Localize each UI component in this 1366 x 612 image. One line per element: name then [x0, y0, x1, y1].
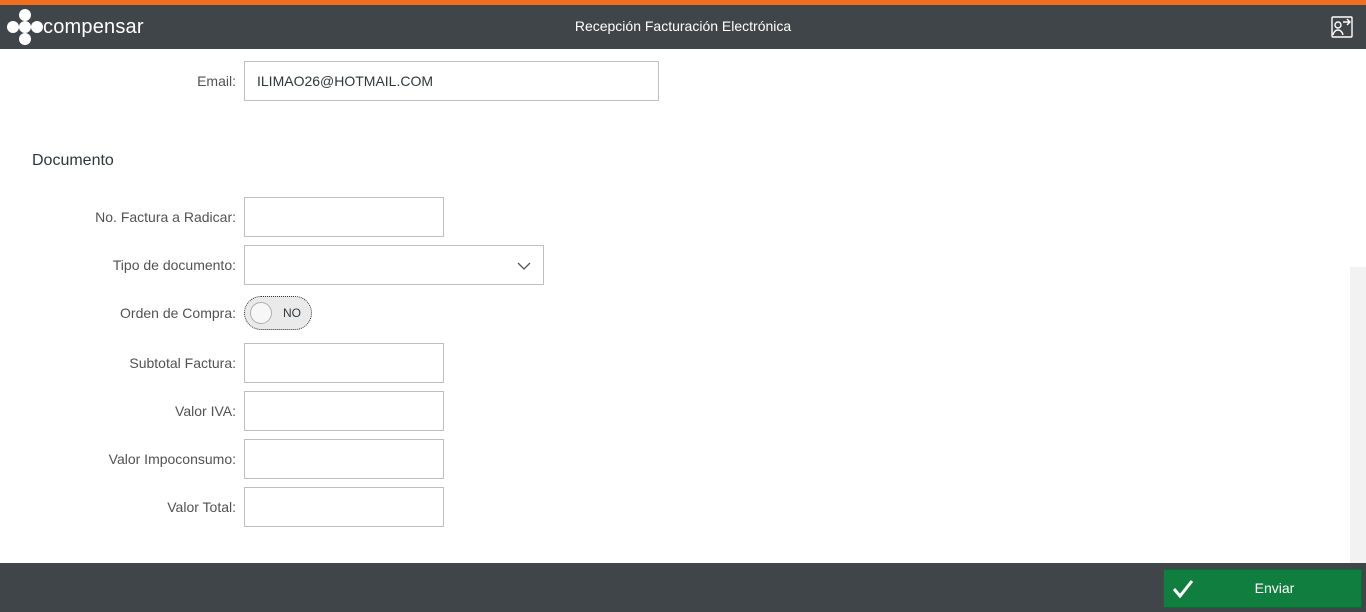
factura-input[interactable] — [244, 197, 444, 237]
email-label: Email: — [197, 73, 236, 89]
impoconsumo-row: Valor Impoconsumo: — [0, 439, 700, 479]
total-input[interactable] — [244, 487, 444, 527]
iva-input[interactable] — [244, 391, 444, 431]
app-header: compensar Recepción Facturación Electrón… — [0, 0, 1366, 49]
tipo-documento-label: Tipo de documento: — [112, 257, 236, 273]
iva-row: Valor IVA: — [0, 391, 700, 431]
toggle-state-text: NO — [283, 306, 301, 320]
iva-label: Valor IVA: — [175, 403, 236, 419]
chevron-down-icon — [517, 262, 531, 270]
impoconsumo-label: Valor Impoconsumo: — [108, 451, 236, 467]
tipo-documento-row: Tipo de documento: — [0, 245, 700, 285]
page-title: Recepción Facturación Electrónica — [574, 18, 792, 34]
subtotal-input[interactable] — [244, 343, 444, 383]
subtotal-label: Subtotal Factura: — [129, 355, 236, 371]
logout-icon[interactable] — [1330, 15, 1354, 39]
email-row: Email: ILIMAO26@HOTMAIL.COM — [0, 61, 700, 101]
total-label: Valor Total: — [167, 499, 236, 515]
toggle-knob — [250, 302, 272, 324]
scrollbar-thumb[interactable] — [1350, 267, 1366, 563]
tipo-documento-select[interactable] — [244, 245, 544, 285]
section-title-documento: Documento — [32, 152, 114, 169]
vertical-scrollbar[interactable] — [1350, 49, 1366, 563]
subtotal-row: Subtotal Factura: — [0, 343, 700, 383]
factura-label: No. Factura a Radicar: — [95, 209, 236, 225]
email-field[interactable]: ILIMAO26@HOTMAIL.COM — [244, 61, 659, 101]
orden-compra-label: Orden de Compra: — [120, 305, 236, 321]
footer-bar: Enviar — [0, 563, 1366, 612]
orden-compra-row: Orden de Compra: — [0, 293, 700, 333]
factura-row: No. Factura a Radicar: — [0, 197, 700, 237]
send-button[interactable]: Enviar — [1163, 569, 1362, 608]
send-button-label: Enviar — [1254, 580, 1295, 596]
form-content: Email: ILIMAO26@HOTMAIL.COM Documento No… — [0, 49, 1350, 563]
impoconsumo-input[interactable] — [244, 439, 444, 479]
orden-compra-toggle[interactable]: NO — [244, 296, 312, 330]
total-row: Valor Total: — [0, 487, 700, 527]
